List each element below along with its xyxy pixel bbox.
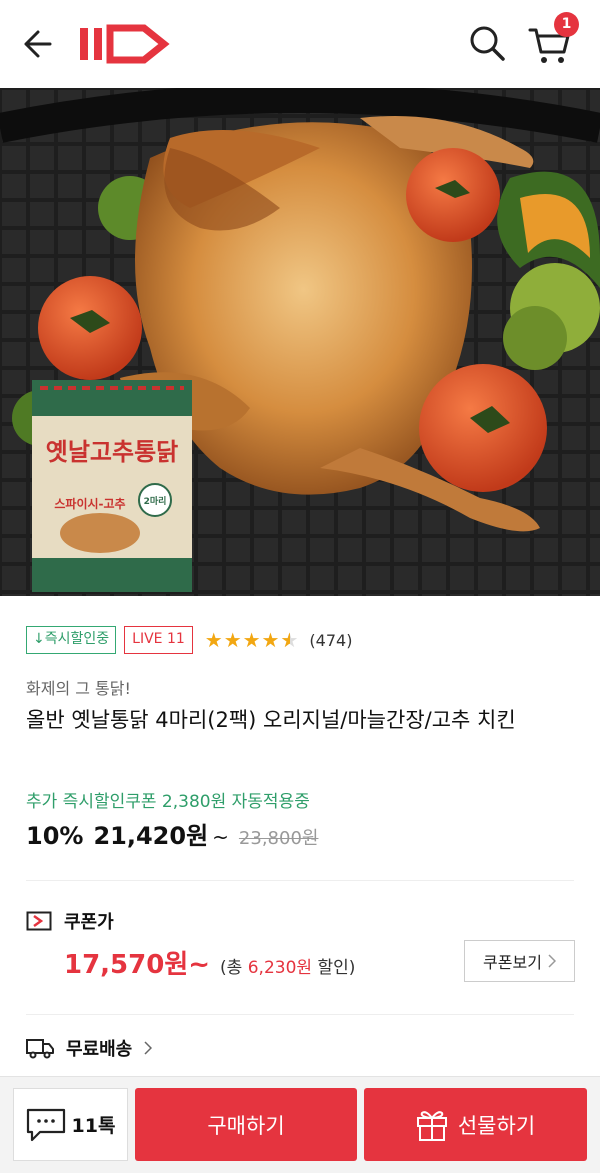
instant-discount-badge: ↓즉시할인중 (26, 626, 117, 654)
view-coupon-button[interactable]: 쿠폰보기 (464, 940, 575, 982)
price-row: 10% 21,420원 ~ 23,800원 (26, 816, 318, 852)
product-title: 올반 옛날통닭 4마리(2팩) 오리지널/마늘간장/고추 치킨 (26, 708, 516, 732)
free-shipping-label: 무료배송 (66, 1039, 133, 1060)
view-coupon-label: 쿠폰보기 (483, 953, 542, 972)
product-subtitle: 화제의 그 통닭! (26, 679, 131, 698)
product-badges: ↓즉시할인중 LIVE 11 ★★★★★★ (474) (26, 626, 352, 654)
live11-badge[interactable]: LIVE 11 (124, 626, 193, 654)
talk-label: 11톡 (71, 1115, 116, 1137)
product-hero-image[interactable]: 옛날고추통닭 스파이시-고추 2마리 (0, 88, 600, 596)
back-arrow-icon (24, 30, 52, 58)
coupon-header: 쿠폰가 (26, 909, 114, 933)
coupon-price-row: 17,570원~ (총 6,230원 할인) (64, 944, 355, 982)
package-title: 옛날고추통닭 (46, 438, 178, 466)
roast-chicken-photo: 옛날고추통닭 스파이시-고추 2마리 (0, 88, 600, 596)
auto-coupon-notice: 추가 즉시할인쿠폰 2,380원 자동적용중 (26, 792, 310, 812)
original-price: 23,800원 (238, 828, 319, 849)
shipping-info[interactable]: 무료배송 (26, 1034, 153, 1062)
sale-price: 21,420원 (93, 822, 209, 850)
package-subtitle: 스파이시-고추 (54, 496, 125, 511)
delivery-truck-icon (26, 1039, 54, 1059)
gift-button[interactable]: 선물하기 (364, 1088, 587, 1161)
coupon-price: 17,570원~ (64, 950, 211, 980)
bottom-action-bar: 11톡 구매하기 선물하기 (0, 1076, 600, 1173)
eleven-street-logo[interactable] (78, 22, 170, 66)
gift-label: 선물하기 (457, 1113, 536, 1138)
coupon-tag-icon (26, 911, 52, 931)
rating-stars[interactable]: ★★★★★★ (205, 628, 300, 652)
review-count[interactable]: (474) (309, 631, 352, 650)
chat-bubble-icon (26, 1108, 65, 1141)
search-icon (470, 26, 505, 61)
chevron-right-icon (144, 1041, 153, 1055)
package-count: 2마리 (144, 495, 167, 507)
coupon-total-discount: (총 6,230원 할인) (220, 958, 356, 978)
section-divider (26, 1014, 574, 1015)
price-suffix: ~ (212, 825, 229, 849)
search-button[interactable] (466, 22, 508, 64)
top-header: 1 (0, 0, 600, 88)
eleven-talk-button[interactable]: 11톡 (13, 1088, 128, 1161)
coupon-price-label: 쿠폰가 (64, 912, 114, 933)
discount-rate: 10% (26, 822, 84, 850)
chevron-right-icon (548, 954, 556, 968)
buy-button[interactable]: 구매하기 (135, 1088, 357, 1161)
cart-count-badge: 1 (554, 12, 579, 37)
section-divider (26, 880, 574, 881)
back-button[interactable] (20, 26, 60, 62)
gift-icon (416, 1110, 447, 1141)
